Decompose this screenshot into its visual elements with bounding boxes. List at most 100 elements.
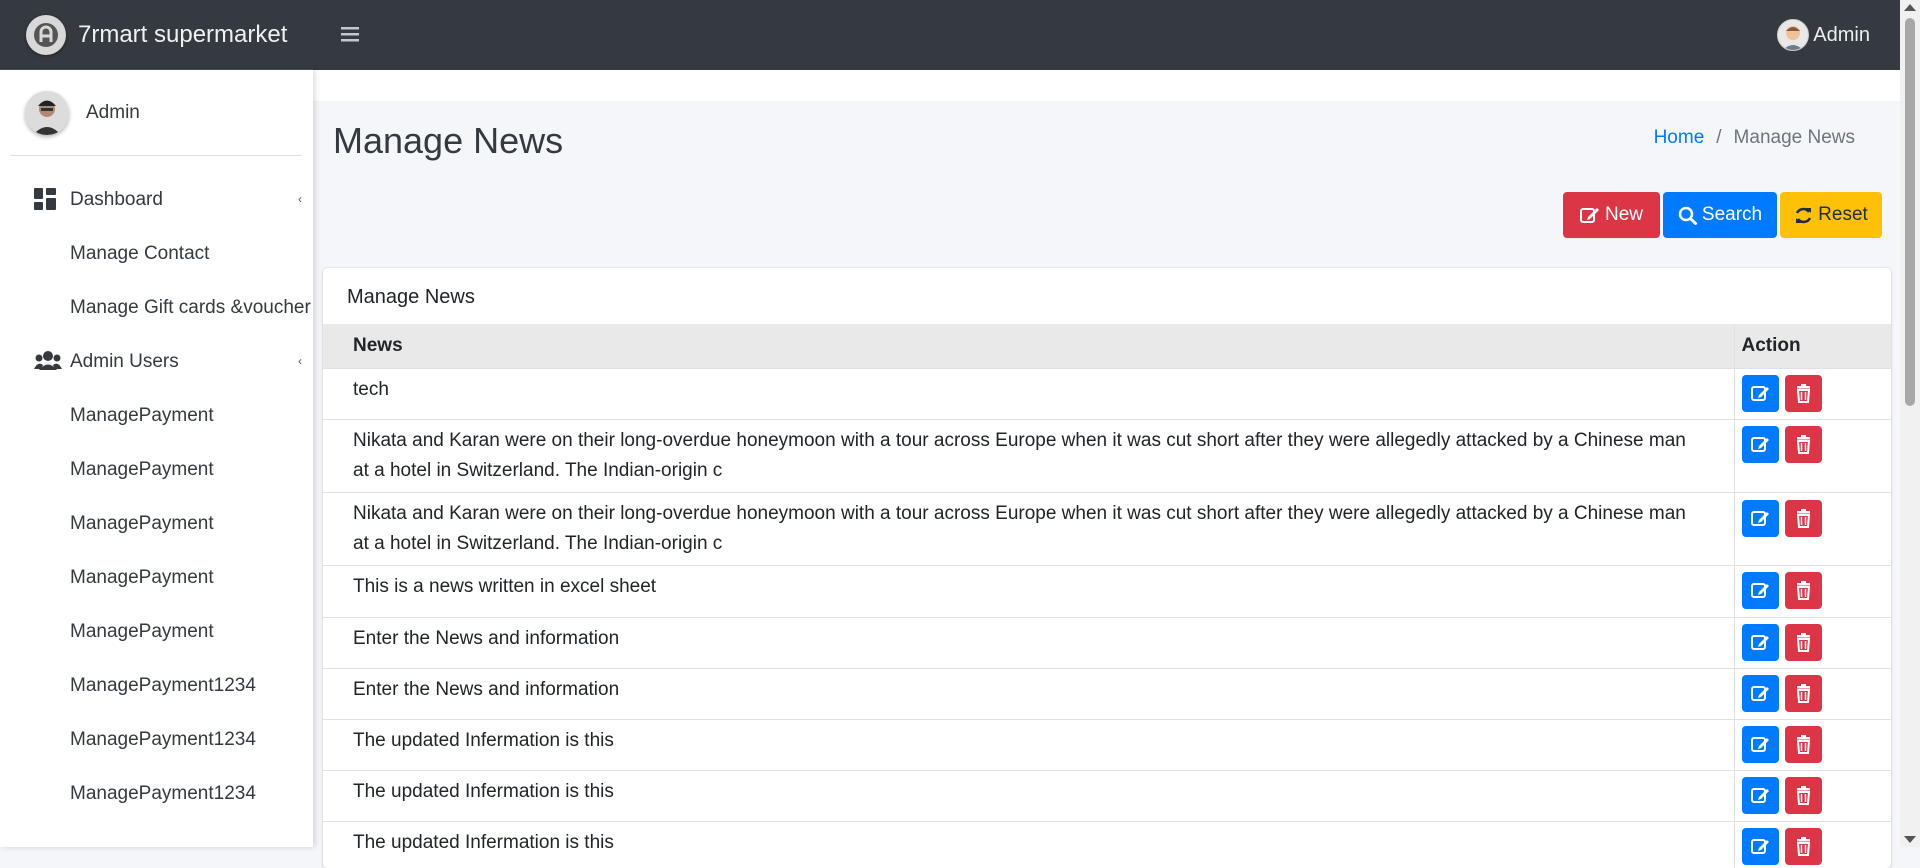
brand-link[interactable]: 7rmart supermarket (0, 0, 313, 70)
edit-icon (1579, 208, 1599, 223)
delete-button[interactable] (1784, 776, 1822, 814)
edit-button[interactable] (1741, 725, 1779, 763)
sidebar-item-label: ManagePayment1234 (70, 675, 256, 696)
sidebar-item-label: Manage Contact (70, 243, 210, 264)
content-wrapper: Manage News Home / Manage News New Search … (313, 70, 1900, 868)
table-row: The updated Infermation is this (323, 821, 1891, 868)
table-row: Enter the News and information (323, 668, 1891, 720)
table-row: Nikata and Karan were on their long-over… (323, 419, 1891, 493)
sidebar-item-managepayment1234[interactable]: ManagePayment1234 (0, 772, 313, 816)
column-header-news: News (323, 324, 1734, 369)
scroll-up-arrow-icon[interactable] (1904, 4, 1916, 11)
delete-button[interactable] (1784, 499, 1822, 537)
sidebar-item-label: ManagePayment (70, 513, 214, 534)
edit-icon (1750, 510, 1769, 526)
sidebar-item-label: Dashboard (70, 189, 163, 210)
users-icon (34, 350, 62, 374)
edit-button[interactable] (1741, 374, 1779, 412)
avatar (25, 90, 69, 135)
user-menu[interactable]: Admin (1777, 0, 1870, 70)
edit-button[interactable] (1741, 674, 1779, 712)
sidebar-user-panel[interactable]: Admin (10, 70, 302, 156)
news-cell: The updated Infermation is this (323, 821, 1734, 868)
action-cell (1733, 668, 1891, 720)
edit-button[interactable] (1741, 776, 1779, 814)
page-scrollbar[interactable] (1900, 0, 1920, 847)
column-header-action: Action (1733, 324, 1891, 369)
dashboard-icon (34, 188, 58, 212)
sidebar-item-managepayment[interactable]: ManagePayment (0, 394, 313, 438)
delete-button[interactable] (1784, 425, 1822, 463)
sidebar-item-label: ManagePayment (70, 459, 214, 480)
news-cell: This is a news written in excel sheet (323, 565, 1734, 618)
sidebar-item-managepayment1234[interactable]: ManagePayment1234 (0, 664, 313, 708)
trash-icon (1796, 683, 1810, 703)
edit-button[interactable] (1741, 425, 1779, 463)
reset-button-label: Reset (1818, 204, 1868, 225)
scroll-down-arrow-icon[interactable] (1904, 836, 1916, 843)
new-button[interactable]: New (1563, 192, 1660, 238)
sidebar-item-admin-users[interactable]: Admin Users ‹ (0, 340, 313, 384)
delete-button[interactable] (1784, 374, 1822, 412)
table-row: tech (323, 368, 1891, 420)
table-row: Nikata and Karan were on their long-over… (323, 492, 1891, 566)
search-icon (1678, 206, 1697, 225)
table-row: The updated Infermation is this (323, 770, 1891, 822)
sidebar: Admin Dashboard ‹ Manage Contact Manage … (0, 70, 313, 847)
table-header-row: News Action (323, 324, 1891, 369)
menu-toggle-icon[interactable] (340, 24, 360, 49)
sidebar-item-managepayment[interactable]: ManagePayment (0, 556, 313, 600)
delete-button[interactable] (1784, 725, 1822, 763)
edit-icon (1750, 385, 1769, 401)
trash-icon (1796, 632, 1810, 652)
edit-button[interactable] (1741, 623, 1779, 661)
delete-button[interactable] (1784, 571, 1822, 609)
trash-icon (1796, 383, 1810, 403)
sidebar-item-dashboard[interactable]: Dashboard ‹ (0, 178, 313, 222)
sidebar-item-label: Admin Users (70, 351, 179, 372)
action-cell (1733, 617, 1891, 669)
sidebar-item-label: ManagePayment1234 (70, 783, 256, 804)
sidebar-item-manage-contact[interactable]: Manage Contact (0, 232, 313, 276)
sidebar-item-manage-gift-cards[interactable]: Manage Gift cards &voucher (0, 286, 313, 330)
breadcrumb-current: Manage News (1733, 127, 1855, 148)
top-navbar: 7rmart supermarket Admin (0, 0, 1900, 70)
trash-icon (1796, 580, 1810, 600)
reset-button[interactable]: Reset (1780, 192, 1882, 238)
delete-button[interactable] (1784, 827, 1822, 865)
edit-icon (1750, 685, 1769, 701)
page-title: Manage News (333, 120, 564, 161)
news-cell: Nikata and Karan were on their long-over… (323, 419, 1734, 493)
edit-button[interactable] (1741, 499, 1779, 537)
sidebar-item-managepayment[interactable]: ManagePayment (0, 502, 313, 546)
sidebar-item-label: ManagePayment (70, 405, 214, 426)
action-cell (1733, 821, 1891, 868)
breadcrumb-home-link[interactable]: Home (1654, 127, 1705, 148)
sidebar-item-managepayment1234[interactable]: ManagePayment1234 (0, 718, 313, 762)
delete-button[interactable] (1784, 674, 1822, 712)
news-cell: The updated Infermation is this (323, 719, 1734, 771)
sidebar-item-label: ManagePayment (70, 567, 214, 588)
user-name: Admin (1813, 23, 1870, 46)
sidebar-item-label: Manage Gift cards &voucher (70, 297, 311, 318)
sidebar-item-managepayment[interactable]: ManagePayment (0, 448, 313, 492)
sidebar-user-name: Admin (86, 101, 140, 123)
scrollbar-thumb[interactable] (1905, 18, 1915, 406)
content-header-strip (313, 70, 1900, 101)
edit-icon (1750, 634, 1769, 650)
edit-icon (1750, 838, 1769, 854)
edit-button[interactable] (1741, 571, 1779, 609)
edit-button[interactable] (1741, 827, 1779, 865)
delete-button[interactable] (1784, 623, 1822, 661)
news-cell: Enter the News and information (323, 617, 1734, 669)
action-cell (1733, 492, 1891, 566)
brand-logo-icon (26, 14, 66, 55)
search-button[interactable]: Search (1663, 192, 1777, 238)
card-title: Manage News (347, 286, 475, 308)
sidebar-item-label: ManagePayment (70, 621, 214, 642)
sidebar-item-managepayment[interactable]: ManagePayment (0, 610, 313, 654)
sidebar-item-label: ManagePayment1234 (70, 729, 256, 750)
action-cell (1733, 368, 1891, 420)
trash-icon (1796, 836, 1810, 856)
brand-name: 7rmart supermarket (78, 20, 288, 48)
